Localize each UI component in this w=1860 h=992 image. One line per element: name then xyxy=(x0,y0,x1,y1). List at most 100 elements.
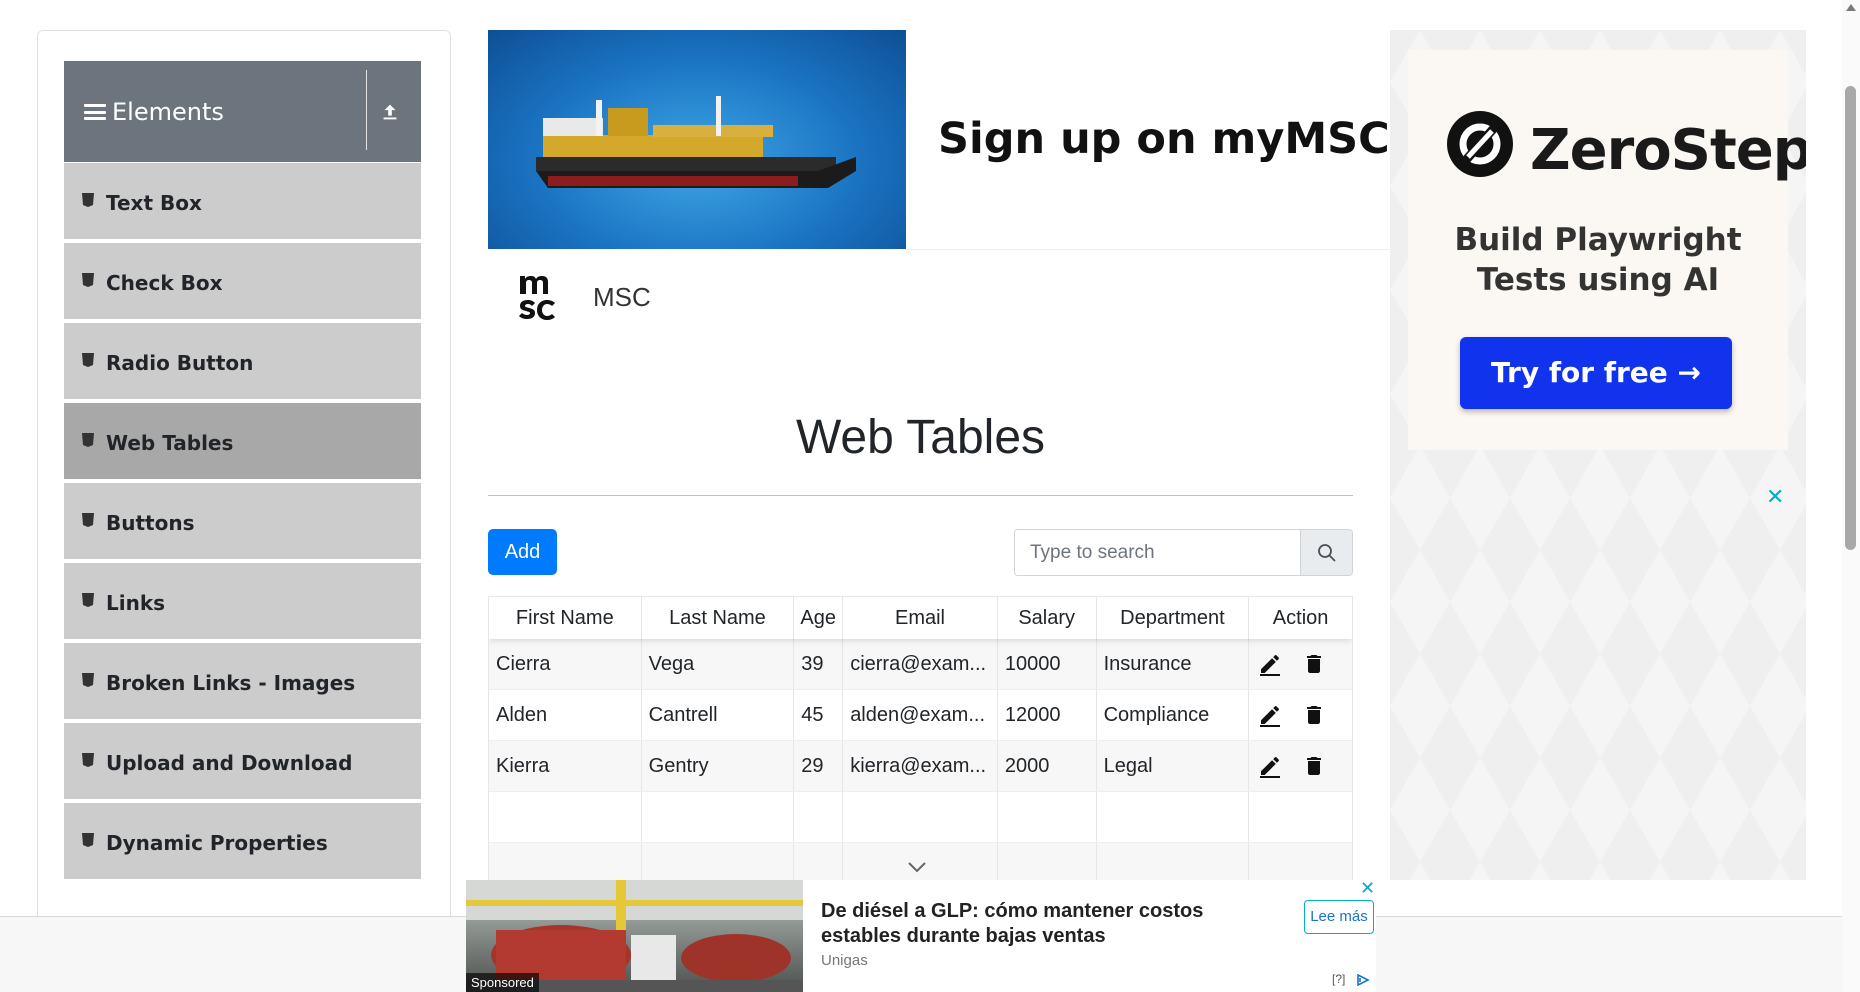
container-ship-illustration xyxy=(536,96,856,188)
bottom-ad-advertiser: Unigas xyxy=(821,952,868,969)
delete-icon[interactable] xyxy=(1302,652,1326,676)
add-button[interactable]: Add xyxy=(488,529,557,575)
chevron-down-icon[interactable] xyxy=(906,860,928,874)
html5-icon xyxy=(82,593,94,607)
html5-icon xyxy=(82,433,94,447)
delete-icon[interactable] xyxy=(1302,754,1326,778)
table-header: First Name Last Name Age Email Salary De… xyxy=(489,597,1352,639)
zerostep-ad-card: ZeroStep Build Playwright Tests using AI… xyxy=(1408,50,1806,450)
cell-department: Insurance xyxy=(1097,639,1250,689)
side-ad[interactable]: ZeroStep Build Playwright Tests using AI… xyxy=(1390,30,1806,880)
cell-department: Legal xyxy=(1097,741,1250,791)
sidebar-item-broken-links[interactable]: Broken Links - Images xyxy=(64,643,421,721)
cell-age: 45 xyxy=(794,690,844,740)
edit-icon[interactable] xyxy=(1258,652,1282,676)
column-header-first-name[interactable]: First Name xyxy=(489,597,642,639)
banner-ad[interactable]: Sign up on myMSC & B MSC xyxy=(488,30,1490,320)
html5-icon xyxy=(82,753,94,767)
table-row-empty xyxy=(489,792,1352,843)
table-row: Kierra Gentry 29 kierra@exam... 2000 Leg… xyxy=(489,741,1352,792)
sidebar-group-elements[interactable]: Elements xyxy=(64,61,421,162)
cell-empty xyxy=(998,792,1097,842)
sidebar-item-label: Buttons xyxy=(106,511,195,535)
menu-icon xyxy=(84,104,106,120)
search-input[interactable] xyxy=(1015,530,1300,575)
adchoices-help[interactable]: [?] xyxy=(1332,972,1345,986)
close-ad-icon[interactable]: ✕ xyxy=(1766,484,1784,510)
ship-image xyxy=(488,30,906,249)
table-row: Alden Cantrell 45 alden@exam... 12000 Co… xyxy=(489,690,1352,741)
cell-department: Compliance xyxy=(1097,690,1250,740)
sidebar-item-links[interactable]: Links xyxy=(64,563,421,641)
cell-empty xyxy=(489,792,642,842)
search-button[interactable] xyxy=(1300,530,1352,575)
scroll-up-arrow-icon[interactable] xyxy=(1846,4,1856,11)
sidebar-item-label: Broken Links - Images xyxy=(106,671,356,695)
page: Elements Text Box Check Box Radio Button… xyxy=(0,0,1860,992)
sidebar-item-label: Links xyxy=(106,591,166,615)
zerostep-brand: ZeroStep xyxy=(1530,118,1806,183)
cell-last-name: Gentry xyxy=(642,741,795,791)
lee-mas-button[interactable]: Lee más xyxy=(1304,900,1374,934)
sidebar: Elements Text Box Check Box Radio Button… xyxy=(37,30,451,992)
sidebar-item-text-box[interactable]: Text Box xyxy=(64,163,421,241)
column-header-salary[interactable]: Salary xyxy=(998,597,1097,639)
cell-first-name: Alden xyxy=(489,690,642,740)
sidebar-menu: Text Box Check Box Radio Button Web Tabl… xyxy=(64,163,421,883)
cell-action xyxy=(1249,639,1352,689)
cell-salary: 10000 xyxy=(998,639,1097,689)
delete-icon[interactable] xyxy=(1302,703,1326,727)
sidebar-item-dynamic-properties[interactable]: Dynamic Properties xyxy=(64,803,421,881)
banner-divider xyxy=(906,249,1398,250)
cell-first-name: Kierra xyxy=(489,741,642,791)
sidebar-item-label: Check Box xyxy=(106,271,223,295)
sidebar-item-label: Dynamic Properties xyxy=(106,831,328,855)
cell-salary: 2000 xyxy=(998,741,1097,791)
column-header-email[interactable]: Email xyxy=(843,597,998,639)
cell-empty xyxy=(794,792,844,842)
cell-email: alden@exam... xyxy=(843,690,998,740)
title-divider xyxy=(488,495,1353,496)
bottom-ad[interactable]: Sponsored De diésel a GLP: cómo mantener… xyxy=(466,878,1376,992)
zerostep-subtitle: Build Playwright Tests using AI xyxy=(1454,222,1742,298)
column-header-department[interactable]: Department xyxy=(1097,597,1250,639)
ad-image: Sponsored xyxy=(466,880,803,992)
close-ad-icon[interactable]: ✕ xyxy=(1360,878,1375,899)
sidebar-item-label: Radio Button xyxy=(106,351,254,375)
try-for-free-button[interactable]: Try for free → xyxy=(1460,337,1732,409)
column-header-age[interactable]: Age xyxy=(794,597,844,639)
sidebar-item-label: Text Box xyxy=(106,191,202,215)
sidebar-item-buttons[interactable]: Buttons xyxy=(64,483,421,561)
collapse-icon[interactable] xyxy=(379,101,401,123)
html5-icon xyxy=(82,273,94,287)
page-title: Web Tables xyxy=(795,411,1046,464)
column-header-action[interactable]: Action xyxy=(1249,597,1352,639)
html5-icon xyxy=(82,513,94,527)
edit-icon[interactable] xyxy=(1258,703,1282,727)
cell-empty xyxy=(642,792,795,842)
cell-action xyxy=(1249,741,1352,791)
cell-age: 39 xyxy=(794,639,844,689)
adchoices-icon[interactable] xyxy=(1356,974,1370,986)
sponsored-label: Sponsored xyxy=(466,973,539,992)
column-header-last-name[interactable]: Last Name xyxy=(642,597,795,639)
table-row: Cierra Vega 39 cierra@exam... 10000 Insu… xyxy=(489,639,1352,690)
edit-icon[interactable] xyxy=(1258,754,1282,778)
sidebar-item-radio-button[interactable]: Radio Button xyxy=(64,323,421,401)
msc-logo xyxy=(516,272,560,320)
sidebar-item-upload-download[interactable]: Upload and Download xyxy=(64,723,421,801)
sidebar-item-label: Upload and Download xyxy=(106,751,353,775)
search-icon xyxy=(1317,543,1336,562)
sidebar-item-label: Web Tables xyxy=(106,431,234,455)
sidebar-item-web-tables[interactable]: Web Tables xyxy=(64,403,421,481)
header-divider xyxy=(366,70,367,150)
cell-empty xyxy=(1249,792,1352,842)
advertiser-name: MSC xyxy=(593,282,651,312)
cell-action xyxy=(1249,690,1352,740)
sidebar-item-check-box[interactable]: Check Box xyxy=(64,243,421,321)
cell-empty xyxy=(1097,792,1250,842)
web-table: First Name Last Name Age Email Salary De… xyxy=(488,596,1353,896)
scrollbar-thumb[interactable] xyxy=(1845,86,1856,550)
cell-empty xyxy=(843,792,998,842)
bottom-ad-headline[interactable]: De diésel a GLP: cómo mantener costos es… xyxy=(821,899,1241,949)
